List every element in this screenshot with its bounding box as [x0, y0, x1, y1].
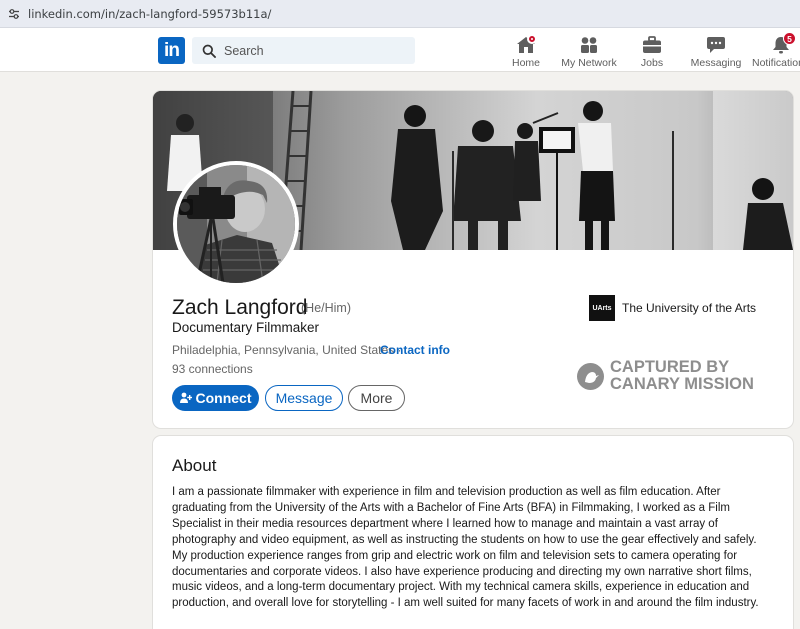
- about-section: About I am a passionate filmmaker with e…: [153, 436, 793, 629]
- url-text[interactable]: linkedin.com/in/zach-langford-59573b11a/: [28, 7, 271, 21]
- notifications-badge: 5: [783, 32, 796, 45]
- contact-info-link[interactable]: Contact info: [380, 343, 450, 357]
- browser-address-bar[interactable]: linkedin.com/in/zach-langford-59573b11a/: [0, 0, 800, 28]
- search-input[interactable]: [224, 43, 404, 58]
- nav-item-jobs[interactable]: Jobs: [637, 31, 667, 69]
- canary-mission-watermark: CAPTURED BY CANARY MISSION: [577, 359, 754, 393]
- top-navigation: in Home My Network: [0, 28, 800, 72]
- connect-label: Connect: [195, 390, 252, 406]
- notification-dot: [527, 34, 537, 44]
- more-button[interactable]: More: [348, 385, 405, 411]
- profile-avatar[interactable]: [173, 161, 299, 287]
- education-name: The University of the Arts: [622, 301, 757, 315]
- message-button[interactable]: Message: [265, 385, 343, 411]
- search-bar[interactable]: [192, 37, 415, 64]
- connections-count[interactable]: 93 connections: [172, 362, 253, 376]
- canary-bird-icon: [577, 362, 604, 390]
- bell-icon: 5: [770, 32, 796, 55]
- messaging-icon: [705, 35, 727, 55]
- watermark-line-2: CANARY MISSION: [610, 375, 754, 393]
- profile-card: Zach Langford (He/Him) Documentary Filmm…: [153, 91, 793, 428]
- nav-label-messaging: Messaging: [690, 57, 742, 69]
- watermark-line-1: CAPTURED BY: [610, 358, 730, 376]
- about-text: I am a passionate filmmaker with experie…: [172, 486, 759, 610]
- nav-item-notifications[interactable]: 5 Notifications: [752, 31, 800, 69]
- profile-pronouns: (He/Him): [301, 301, 351, 315]
- profile-headline: Documentary Filmmaker: [172, 320, 320, 335]
- profile-name: Zach Langford: [172, 296, 308, 319]
- home-icon: [515, 34, 537, 55]
- avatar-photo: [177, 165, 295, 283]
- add-person-icon: [179, 392, 192, 403]
- nav-label-notifications: Notifications: [752, 57, 800, 69]
- nav-item-my-network[interactable]: My Network: [561, 31, 617, 69]
- watermark-text: CAPTURED BY CANARY MISSION: [610, 359, 754, 393]
- nav-item-messaging[interactable]: Messaging: [690, 31, 742, 69]
- education-entry[interactable]: UArts The University of the Arts: [589, 295, 756, 321]
- nav-label-home: Home: [511, 57, 540, 69]
- search-icon: [202, 44, 216, 58]
- linkedin-logo[interactable]: in: [158, 37, 185, 64]
- connect-button[interactable]: Connect: [172, 385, 259, 411]
- nav-item-home[interactable]: Home: [511, 31, 541, 69]
- profile-location: Philadelphia, Pennsylvania, United State…: [172, 343, 401, 357]
- uarts-logo: UArts: [589, 295, 615, 321]
- site-settings-icon[interactable]: [8, 8, 20, 20]
- briefcase-icon: [641, 35, 663, 55]
- about-heading: About: [172, 456, 217, 475]
- nav-label-jobs: Jobs: [640, 57, 664, 69]
- location-text: Philadelphia, Pennsylvania, United State…: [172, 343, 395, 357]
- network-icon: [578, 35, 600, 55]
- nav-label-my-network: My Network: [561, 57, 617, 69]
